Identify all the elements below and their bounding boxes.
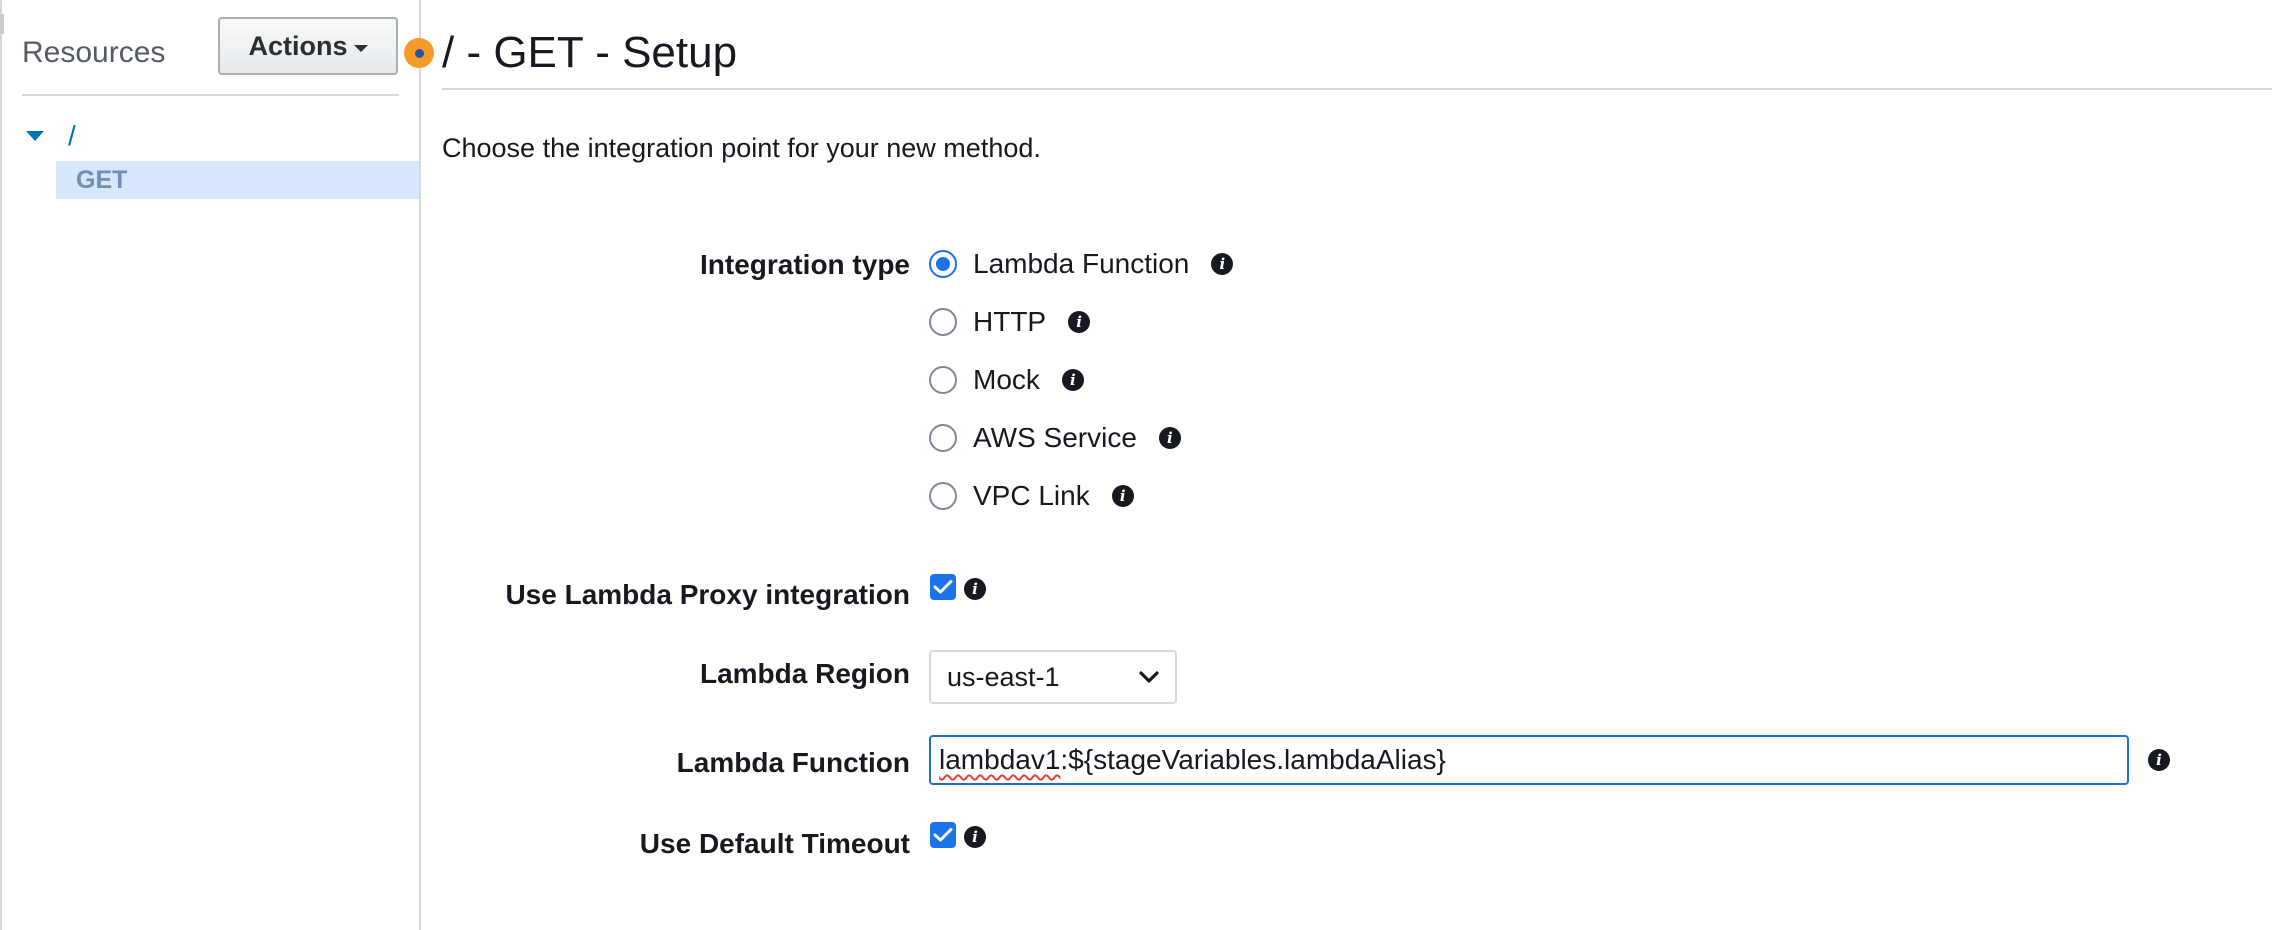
chevron-down-icon (1139, 671, 1159, 683)
radio-label: Lambda Function (973, 248, 1190, 279)
function-value-part2: :${stageVariables.lambdaAlias} (1060, 744, 1446, 775)
radio-button[interactable] (929, 424, 957, 452)
radio-label: HTTP (973, 306, 1047, 337)
default-timeout-checkbox[interactable] (930, 822, 956, 848)
resources-title: Resources (22, 36, 166, 69)
region-select-value: us-east-1 (947, 661, 1060, 692)
radio-lambda-function[interactable]: Lambda Function i (929, 248, 1234, 280)
page-subtitle: Choose the integration point for your ne… (442, 133, 1041, 163)
default-timeout-label: Use Default Timeout (639, 828, 910, 859)
radio-label: AWS Service (973, 422, 1137, 453)
tree-expand-icon[interactable] (26, 131, 44, 141)
lambda-proxy-label: Use Lambda Proxy integration (505, 579, 910, 610)
tree-root-label: / (68, 120, 76, 151)
lambda-region-select[interactable]: us-east-1 (929, 650, 1177, 704)
tree-get-label: GET (76, 165, 128, 194)
info-icon[interactable]: i (1111, 485, 1134, 507)
lambda-region-label: Lambda Region (699, 658, 910, 689)
lambda-function-input[interactable]: lambdav1:${stageVariables.lambdaAlias} (929, 735, 2129, 785)
radio-vpc-link[interactable]: VPC Link i (929, 480, 1134, 512)
info-icon[interactable]: i (2148, 749, 2170, 771)
actions-button-label: Actions (248, 30, 348, 61)
handle-dot-icon (414, 48, 424, 58)
check-icon (933, 580, 953, 594)
info-icon[interactable]: i (1068, 311, 1091, 333)
lambda-proxy-checkbox[interactable] (930, 574, 956, 600)
info-icon[interactable]: i (964, 578, 986, 600)
check-icon (933, 828, 953, 842)
radio-label: Mock (973, 364, 1040, 395)
info-icon[interactable]: i (1158, 427, 1181, 449)
radio-label: VPC Link (973, 480, 1090, 511)
radio-aws-service[interactable]: AWS Service i (929, 422, 1181, 454)
radio-mock[interactable]: Mock i (929, 364, 1084, 396)
sidebar-vertical-divider (419, 0, 421, 930)
page-title: / - GET - Setup (442, 28, 738, 77)
resources-sidebar: Resources Actions / GET (0, 0, 420, 930)
radio-button[interactable] (929, 482, 957, 510)
function-value-part1: lambdav1 (939, 744, 1061, 775)
title-divider (442, 88, 2272, 90)
info-icon[interactable]: i (1061, 369, 1084, 391)
tree-item-get-method[interactable]: GET (56, 161, 420, 199)
info-icon[interactable]: i (1211, 253, 1234, 275)
tree-item-root[interactable]: / (26, 120, 76, 152)
caret-down-icon (353, 44, 368, 52)
radio-button[interactable] (929, 308, 957, 336)
info-icon[interactable]: i (964, 826, 986, 848)
radio-button[interactable] (929, 250, 957, 278)
radio-http[interactable]: HTTP i (929, 306, 1091, 338)
radio-button[interactable] (929, 366, 957, 394)
integration-type-label: Integration type (699, 249, 910, 280)
actions-button[interactable]: Actions (218, 17, 398, 75)
app-window: Resources Actions / GET / - GET - Setup … (0, 0, 2272, 930)
panel-resize-handle[interactable] (404, 38, 434, 68)
sidebar-divider (22, 94, 399, 96)
lambda-function-label: Lambda Function (676, 747, 910, 778)
